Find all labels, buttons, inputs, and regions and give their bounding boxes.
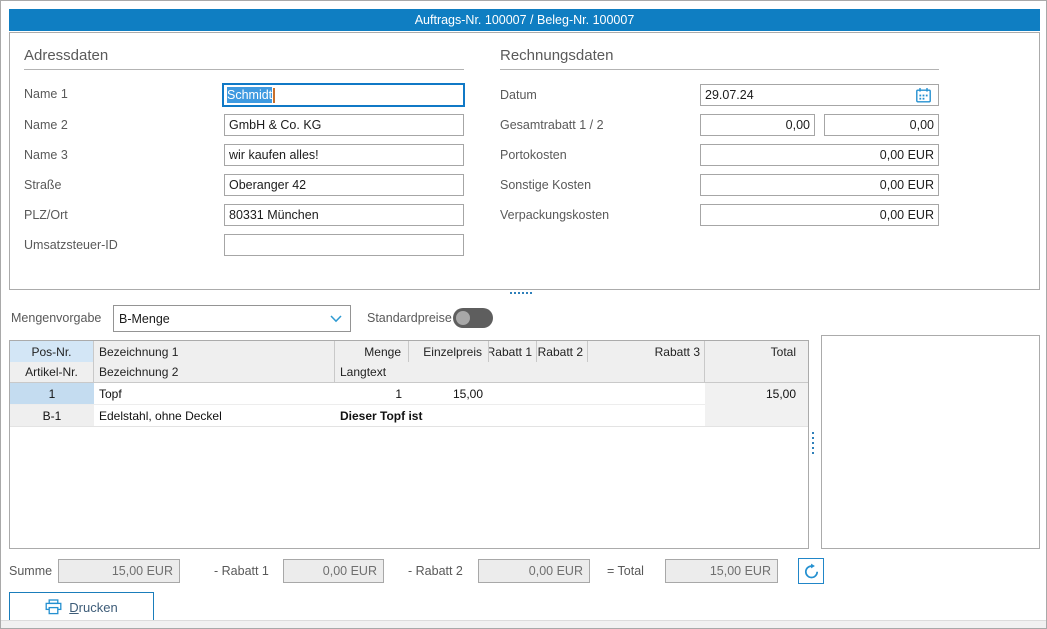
side-notes-panel[interactable] [821, 335, 1040, 549]
strasse-label: Straße [24, 178, 62, 192]
portokosten-label: Portokosten [500, 148, 567, 162]
drucken-button[interactable]: Drucken [9, 592, 154, 622]
umsatzsteuer-id-input[interactable] [224, 234, 464, 256]
header-rabatt3: Rabatt 3 [588, 341, 705, 362]
order-title-bar: Auftrags-Nr. 100007 / Beleg-Nr. 100007 [9, 9, 1040, 31]
cell-einzelpreis[interactable]: 15,00 [409, 383, 489, 405]
cell-artikel-nr[interactable]: B-1 [10, 405, 94, 427]
name2-input[interactable] [224, 114, 464, 136]
summe-label: Summe [9, 564, 52, 578]
toggle-knob [456, 311, 470, 325]
sonstige-kosten-input[interactable] [700, 174, 939, 196]
header-rabatt1: Rabatt 1 [489, 341, 537, 362]
position-row: 1 Topf 1 15,00 15,00 [10, 383, 808, 405]
mengenvorgabe-select[interactable]: B-Menge [113, 305, 351, 332]
vertical-splitter-handle[interactable] [812, 432, 814, 454]
verpackungskosten-input[interactable] [700, 204, 939, 226]
header-artikel-nr: Artikel-Nr. [10, 362, 94, 383]
portokosten-input[interactable] [700, 144, 939, 166]
verpackungskosten-label: Verpackungskosten [500, 208, 609, 222]
printer-icon [45, 599, 62, 615]
grid-header-row-1: Pos-Nr. Bezeichnung 1 Menge Einzelpreis … [10, 341, 808, 362]
datum-input[interactable] [700, 84, 939, 106]
cell-total[interactable]: 15,00 [705, 383, 808, 405]
header-menge: Menge [335, 341, 409, 362]
refresh-button[interactable] [798, 558, 824, 584]
rabatt1-input[interactable] [283, 559, 384, 583]
drucken-label: Drucken [69, 600, 117, 615]
mengenvorgabe-label: Mengenvorgabe [11, 311, 101, 325]
cell-rabatt1[interactable] [489, 383, 537, 405]
cell-langtext[interactable]: Dieser Topf ist [335, 405, 705, 427]
datum-label: Datum [500, 88, 537, 102]
gesamtrabatt-label: Gesamtrabatt 1 / 2 [500, 118, 604, 132]
rabatt2-label: - Rabatt 2 [408, 564, 463, 578]
cell-bezeichnung2[interactable]: Edelstahl, ohne Deckel [94, 405, 335, 427]
header-bezeichnung2: Bezeichnung 2 [94, 362, 335, 383]
name1-selected-text: Schmidt [227, 87, 272, 103]
header-total-spacer [705, 362, 808, 383]
refresh-icon [803, 563, 820, 580]
cell-bezeichnung1[interactable]: Topf [94, 383, 335, 405]
article-row: B-1 Edelstahl, ohne Deckel Dieser Topf i… [10, 405, 808, 427]
name3-label: Name 3 [24, 148, 68, 162]
chevron-down-icon [330, 315, 342, 323]
adressdaten-heading: Adressdaten [24, 47, 464, 70]
name1-input[interactable]: Schmidt [222, 83, 465, 107]
cell-rabatt2[interactable] [537, 383, 588, 405]
standardpreise-toggle[interactable] [453, 308, 493, 328]
cell-rabatt3[interactable] [588, 383, 705, 405]
footer-strip [1, 620, 1046, 628]
strasse-input[interactable] [224, 174, 464, 196]
gesamtrabatt2-input[interactable] [824, 114, 939, 136]
rechnungsdaten-heading: Rechnungsdaten [500, 47, 939, 70]
cell-total-spacer [705, 405, 808, 427]
horizontal-splitter-handle[interactable] [510, 292, 532, 294]
header-einzelpreis: Einzelpreis [409, 341, 489, 362]
name1-label: Name 1 [24, 87, 68, 101]
umsatzsteuer-id-label: Umsatzsteuer-ID [24, 238, 118, 252]
order-entry-window: Auftrags-Nr. 100007 / Beleg-Nr. 100007 A… [0, 0, 1047, 629]
grid-header-row-2: Artikel-Nr. Bezeichnung 2 Langtext [10, 362, 808, 383]
calendar-icon[interactable] [915, 87, 932, 104]
order-beleg-number: Auftrags-Nr. 100007 / Beleg-Nr. 100007 [415, 13, 635, 27]
sonstige-kosten-label: Sonstige Kosten [500, 178, 591, 192]
cell-menge[interactable]: 1 [335, 383, 409, 405]
header-bezeichnung1: Bezeichnung 1 [94, 341, 335, 362]
total-input[interactable] [665, 559, 778, 583]
header-data-panel: Adressdaten Name 1 Schmidt Name 2 Name 3… [9, 32, 1040, 290]
header-total: Total [705, 341, 808, 362]
header-rabatt2: Rabatt 2 [537, 341, 588, 362]
rabatt1-label: - Rabatt 1 [214, 564, 269, 578]
rabatt2-input[interactable] [478, 559, 590, 583]
total-label: = Total [607, 564, 644, 578]
plz-ort-label: PLZ/Ort [24, 208, 68, 222]
positions-grid: Pos-Nr. Bezeichnung 1 Menge Einzelpreis … [9, 340, 809, 549]
plz-ort-input[interactable] [224, 204, 464, 226]
cell-pos-nr[interactable]: 1 [10, 383, 94, 405]
name3-input[interactable] [224, 144, 464, 166]
name2-label: Name 2 [24, 118, 68, 132]
summe-input[interactable] [58, 559, 180, 583]
standardpreise-label: Standardpreise [367, 311, 452, 325]
header-pos-nr: Pos-Nr. [10, 341, 94, 362]
gesamtrabatt1-input[interactable] [700, 114, 815, 136]
mengenvorgabe-value: B-Menge [119, 312, 170, 326]
header-langtext: Langtext [335, 362, 705, 383]
text-caret [273, 88, 275, 103]
